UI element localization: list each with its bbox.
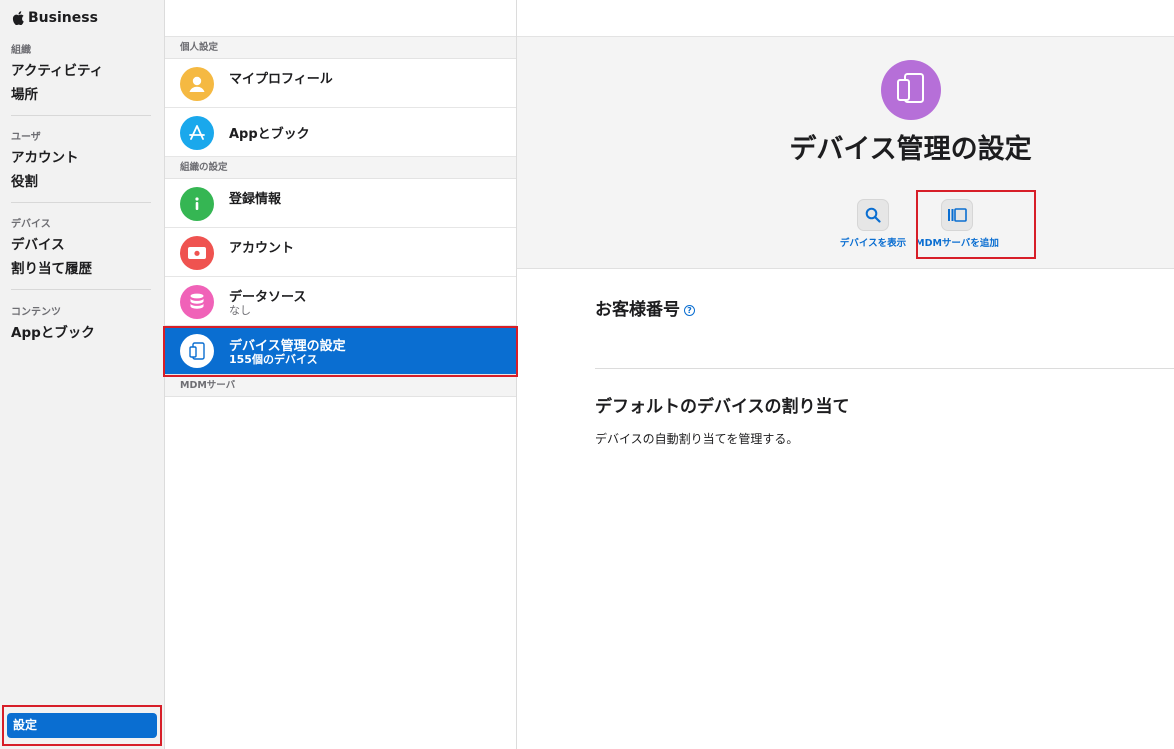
nav-item-accounts[interactable]: アカウント xyxy=(11,146,151,170)
settings-list: 個人設定 マイプロフィール Appとブック 組織の設定 登録情報 アカウント デ… xyxy=(165,0,517,749)
apple-account-icon xyxy=(180,236,214,270)
info-icon xyxy=(180,187,214,221)
nav-section-head: 組織 xyxy=(11,45,31,56)
detail-pane: デバイス管理の設定 デバイスを表示 MDMサーバを追加 お客様番号? デフォルト… xyxy=(517,0,1174,749)
help-icon[interactable]: ? xyxy=(684,304,695,316)
nav-section-head: コンテンツ xyxy=(11,307,61,318)
list-item-subtitle: 155個のデバイス xyxy=(229,353,318,366)
section-divider xyxy=(595,368,1174,369)
page-title: デバイス管理の設定 xyxy=(789,134,1032,165)
brand-logo[interactable]: Business xyxy=(12,10,98,26)
list-item-account[interactable]: アカウント xyxy=(165,228,516,277)
app-store-icon xyxy=(180,116,214,150)
nav-section-head: デバイス xyxy=(11,219,51,230)
nav-section-organization: 組織 アクティビティ 場所 xyxy=(11,41,151,107)
list-toolbar xyxy=(165,0,516,37)
group-header-mdm-servers: MDMサーバ xyxy=(165,375,516,397)
list-item-enrollment-info[interactable]: 登録情報 xyxy=(165,179,516,228)
list-item-my-profile[interactable]: マイプロフィール xyxy=(165,59,516,108)
detail-toolbar xyxy=(517,0,1174,37)
search-icon xyxy=(857,199,889,231)
list-item-data-source[interactable]: データソース なし xyxy=(165,277,516,326)
nav-section-users: ユーザ アカウント 役割 xyxy=(11,128,151,194)
group-header-organization: 組織の設定 xyxy=(165,157,516,179)
list-item-apps-and-books[interactable]: Appとブック xyxy=(165,108,516,157)
list-item-title: Appとブック xyxy=(229,127,310,142)
nav-item-activity[interactable]: アクティビティ xyxy=(11,59,151,83)
list-item-title: マイプロフィール xyxy=(229,72,333,87)
nav-item-settings[interactable]: 設定 xyxy=(7,713,157,738)
add-mdm-server-label: MDMサーバを追加 xyxy=(915,238,999,249)
nav-divider xyxy=(11,115,151,116)
nav-section-devices: デバイス デバイス 割り当て履歴 xyxy=(11,215,151,281)
default-assignment-description: デバイスの自動割り当てを管理する。 xyxy=(595,432,799,446)
server-icon xyxy=(941,199,973,231)
nav-divider xyxy=(11,289,151,290)
detail-header: デバイス管理の設定 デバイスを表示 MDMサーバを追加 xyxy=(517,37,1174,269)
nav-item-devices[interactable]: デバイス xyxy=(11,233,151,257)
nav-item-assignment-history[interactable]: 割り当て履歴 xyxy=(11,257,151,281)
add-mdm-server-button[interactable]: MDMサーバを追加 xyxy=(902,199,1012,249)
list-item-subtitle: なし xyxy=(229,304,251,317)
list-item-device-management[interactable]: デバイス管理の設定 155個のデバイス xyxy=(165,326,516,375)
person-icon xyxy=(180,67,214,101)
customer-number-title: お客様番号? xyxy=(595,295,695,320)
sidebar-nav: Business 組織 アクティビティ 場所 ユーザ アカウント 役割 デバイス… xyxy=(0,0,165,749)
default-assignment-title: デフォルトのデバイスの割り当て xyxy=(595,397,850,417)
list-item-title: 登録情報 xyxy=(229,192,282,207)
customer-number-label: お客様番号 xyxy=(595,300,680,320)
nav-item-roles[interactable]: 役割 xyxy=(11,170,151,194)
nav-item-apps-and-books[interactable]: Appとブック xyxy=(11,321,151,345)
nav-divider xyxy=(11,202,151,203)
database-icon xyxy=(180,285,214,319)
nav-item-locations[interactable]: 場所 xyxy=(11,83,151,107)
nav-section-head: ユーザ xyxy=(11,132,41,143)
brand-name: Business xyxy=(28,10,98,26)
group-header-personal: 個人設定 xyxy=(165,37,516,59)
list-item-title: アカウント xyxy=(229,241,295,256)
tablet-icon xyxy=(180,334,214,368)
apple-logo-icon xyxy=(12,11,24,25)
nav-section-content: コンテンツ Appとブック xyxy=(11,303,151,345)
device-management-icon xyxy=(881,60,941,120)
